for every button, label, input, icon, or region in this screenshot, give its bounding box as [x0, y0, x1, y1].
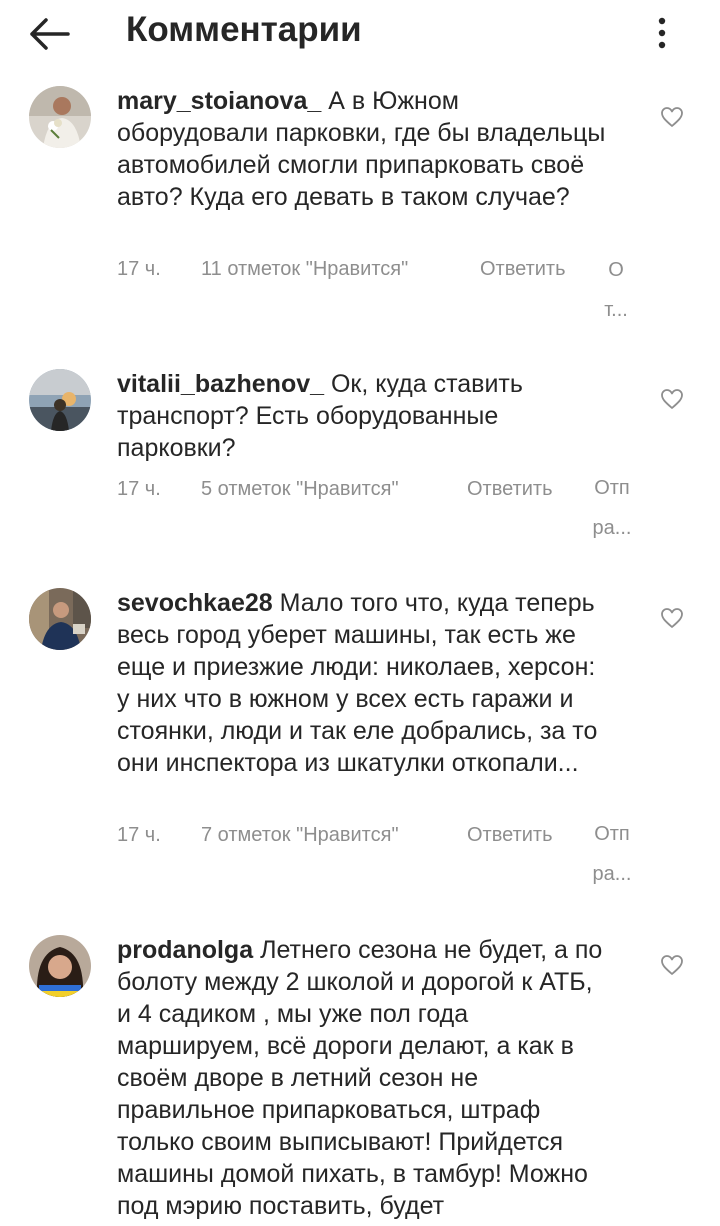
likes-count[interactable]: 5 отметок "Нравится"	[201, 478, 399, 501]
comment-username[interactable]: sevochkae28	[117, 589, 273, 617]
send-label-line-2: т...	[604, 299, 628, 321]
more-options-button[interactable]	[645, 10, 679, 56]
like-button[interactable]	[660, 607, 684, 629]
comment-body: Летнего сезона не будет, а по болоту меж…	[117, 936, 603, 1220]
send-label-line-1: О	[608, 259, 624, 281]
avatar[interactable]	[29, 369, 91, 431]
comment-username[interactable]: mary_stoianova_	[117, 87, 321, 115]
page-title: Комментарии	[126, 10, 362, 49]
comment-time: 17 ч.	[117, 258, 161, 280]
like-button[interactable]	[660, 106, 684, 128]
heart-icon	[661, 955, 683, 975]
send-label-line-1: Отп	[594, 477, 630, 499]
comment-time: 17 ч.	[117, 478, 161, 500]
reply-button[interactable]: Ответить	[467, 478, 553, 501]
avatar[interactable]	[29, 935, 91, 997]
send-button[interactable]: Отп ра...	[592, 814, 632, 894]
more-vertical-icon	[658, 17, 666, 49]
send-label-line-1: Отп	[594, 823, 630, 845]
comment-body: Мало того что, куда теперь весь город уб…	[117, 589, 598, 777]
heart-icon	[661, 107, 683, 127]
like-button[interactable]	[660, 388, 684, 410]
comment-username[interactable]: prodanolga	[117, 936, 253, 964]
comment-time: 17 ч.	[117, 824, 161, 846]
reply-button[interactable]: Ответить	[480, 258, 566, 281]
like-button[interactable]	[660, 954, 684, 976]
comment-text: prodanolga Летнего сезона не будет, а по…	[117, 934, 607, 1222]
likes-count[interactable]: 11 отметок "Нравится"	[201, 258, 408, 281]
avatar[interactable]	[29, 86, 91, 148]
top-bar: Комментарии	[0, 0, 720, 66]
send-label-line-2: ра...	[592, 863, 632, 885]
heart-icon	[661, 608, 683, 628]
heart-icon	[661, 389, 683, 409]
comment-username[interactable]: vitalii_bazhenov_	[117, 370, 324, 398]
back-button[interactable]	[26, 12, 72, 56]
likes-count[interactable]: 7 отметок "Нравится"	[201, 824, 399, 847]
reply-button[interactable]: Ответить	[467, 824, 553, 847]
send-button[interactable]: О т...	[596, 250, 636, 330]
send-label-line-2: ра...	[592, 517, 632, 539]
avatar[interactable]	[29, 588, 91, 650]
send-button[interactable]: Отп ра...	[592, 468, 632, 548]
arrow-left-icon	[30, 18, 70, 50]
comment-text: mary_stoianova_ А в Южном оборудовали па…	[117, 85, 607, 213]
comment-text: vitalii_bazhenov_ Ок, куда ставить транс…	[117, 368, 607, 464]
comment-text: sevochkae28 Мало того что, куда теперь в…	[117, 587, 607, 779]
